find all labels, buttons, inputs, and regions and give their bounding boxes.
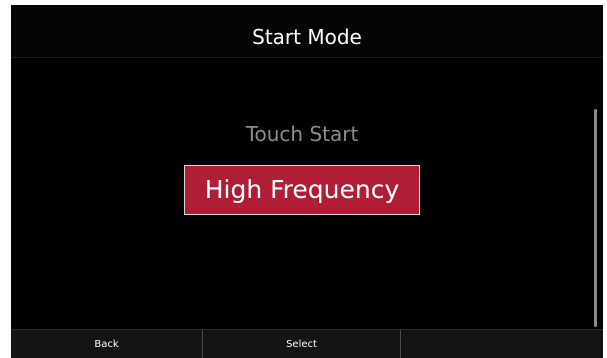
device-screen: Start Mode Touch Start High Frequency Ba… [11, 5, 603, 358]
option-high-frequency[interactable]: High Frequency [184, 165, 420, 215]
back-button[interactable]: Back [11, 330, 202, 358]
option-touch-start[interactable]: Touch Start [11, 122, 593, 146]
empty-softkey[interactable] [400, 330, 603, 358]
scrollbar[interactable] [594, 109, 597, 327]
page-title: Start Mode [252, 25, 362, 49]
softkey-bar: Back Select [11, 329, 603, 358]
header-bar: Start Mode [11, 5, 603, 58]
select-button[interactable]: Select [202, 330, 400, 358]
